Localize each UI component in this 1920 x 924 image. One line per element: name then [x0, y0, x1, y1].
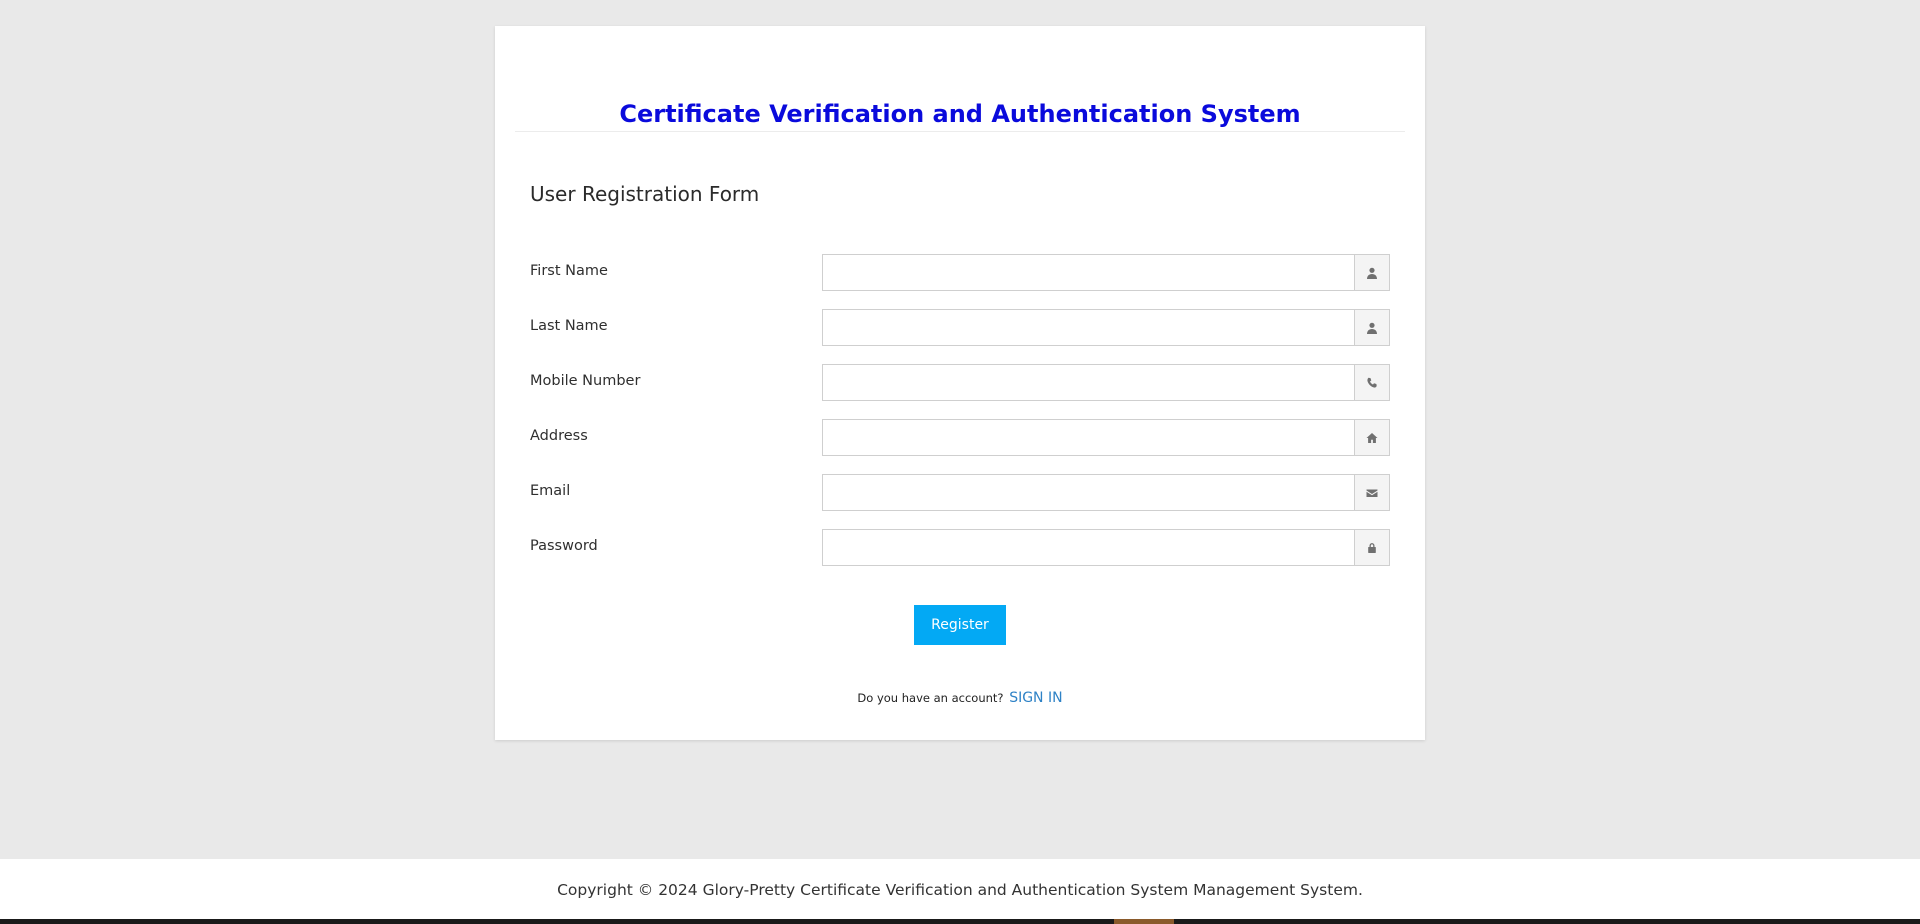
user-icon: [1354, 255, 1389, 290]
site-title: Certificate Verification and Authenticat…: [619, 100, 1301, 128]
mobile-number-row: Mobile Number: [530, 364, 1390, 401]
address-label: Address: [530, 428, 588, 444]
email-input[interactable]: [823, 475, 1354, 510]
email-label: Email: [530, 483, 571, 499]
first-name-input[interactable]: [823, 255, 1354, 290]
home-icon: [1354, 420, 1389, 455]
last-name-input[interactable]: [823, 310, 1354, 345]
footer: Copyright © 2024 Glory-Pretty Certificat…: [0, 859, 1920, 919]
registration-card: Certificate Verification and Authenticat…: [495, 26, 1425, 740]
register-button[interactable]: Register: [914, 605, 1006, 645]
footer-copyright: Copyright © 2024 Glory-Pretty Certificat…: [557, 881, 1363, 899]
phone-icon: [1354, 365, 1389, 400]
password-group: [822, 529, 1390, 566]
envelope-icon: [1354, 475, 1389, 510]
account-prompt-line: Do you have an account? SIGN IN: [495, 690, 1425, 706]
bottom-bar: [0, 919, 1920, 924]
address-input[interactable]: [823, 420, 1354, 455]
title-divider: [515, 131, 1405, 132]
password-row: Password: [530, 529, 1390, 566]
last-name-label: Last Name: [530, 318, 608, 334]
first-name-label: First Name: [530, 263, 608, 279]
last-name-row: Last Name: [530, 309, 1390, 346]
user-icon: [1354, 310, 1389, 345]
password-input[interactable]: [823, 530, 1354, 565]
address-row: Address: [530, 419, 1390, 456]
password-label: Password: [530, 538, 598, 554]
mobile-number-input[interactable]: [823, 365, 1354, 400]
bottom-bar-accent: [1114, 919, 1174, 924]
mobile-number-group: [822, 364, 1390, 401]
form-heading: User Registration Form: [530, 182, 760, 206]
email-group: [822, 474, 1390, 511]
address-group: [822, 419, 1390, 456]
email-row: Email: [530, 474, 1390, 511]
mobile-number-label: Mobile Number: [530, 373, 641, 389]
last-name-group: [822, 309, 1390, 346]
sign-in-link[interactable]: SIGN IN: [1009, 690, 1062, 706]
account-prompt-text: Do you have an account?: [857, 691, 1004, 705]
first-name-row: First Name: [530, 254, 1390, 291]
first-name-group: [822, 254, 1390, 291]
lock-icon: [1354, 530, 1389, 565]
